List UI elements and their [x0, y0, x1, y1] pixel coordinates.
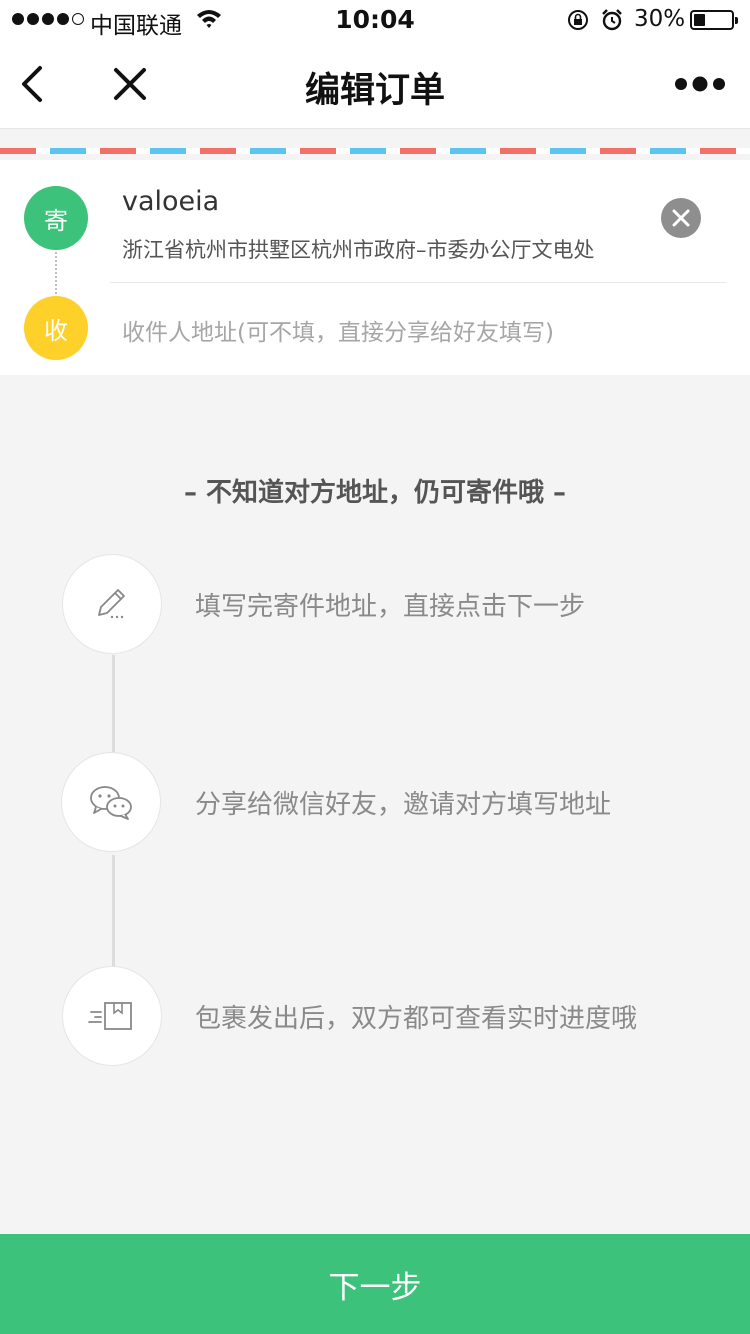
step-1-circle: [62, 554, 162, 654]
battery-icon: [690, 10, 738, 30]
address-card: 寄 收 valoeia 浙江省杭州市拱墅区杭州市政府–市委办公厅文电处 收件人地…: [0, 160, 750, 375]
hint-title: – 不知道对方地址，仍可寄件哦 –: [183, 478, 567, 508]
airmail-stripe-divider: [0, 148, 750, 154]
next-step-button[interactable]: 下一步: [0, 1234, 750, 1334]
sender-name[interactable]: valoeia: [122, 186, 219, 217]
step-1-text: 填写完寄件地址，直接点击下一步: [195, 592, 586, 622]
wechat-icon: [90, 786, 132, 820]
sender-badge: 寄: [24, 186, 88, 250]
more-button[interactable]: [672, 70, 728, 98]
receiver-address-input[interactable]: 收件人地址(可不填，直接分享给好友填写): [122, 313, 554, 347]
receiver-badge: 收: [24, 296, 88, 360]
sender-address[interactable]: 浙江省杭州市拱墅区杭州市政府–市委办公厅文电处: [122, 234, 595, 264]
step-connector-line: [112, 655, 115, 752]
step-2-text: 分享给微信好友，邀请对方填写地址: [195, 790, 612, 820]
step-2-circle: [61, 752, 161, 852]
clear-sender-button[interactable]: [661, 198, 701, 238]
step-3-text: 包裹发出后，双方都可查看实时进度哦: [195, 1004, 638, 1034]
rotation-lock-icon: [566, 8, 590, 36]
status-bar: 中国联通 10:04 30%: [0, 0, 750, 40]
alarm-icon: [600, 8, 624, 36]
pencil-icon: [98, 589, 125, 619]
close-icon: [672, 209, 690, 227]
battery-percent: 30%: [634, 6, 686, 32]
divider: [110, 282, 726, 283]
navigation-bar: 编辑订单: [0, 40, 750, 129]
dotted-connector: [55, 252, 57, 294]
step-connector-line: [112, 855, 115, 967]
package-icon: [88, 1002, 132, 1030]
step-3-circle: [62, 966, 162, 1066]
page-title: 编辑订单: [304, 71, 445, 111]
more-dots-icon: [675, 76, 725, 92]
